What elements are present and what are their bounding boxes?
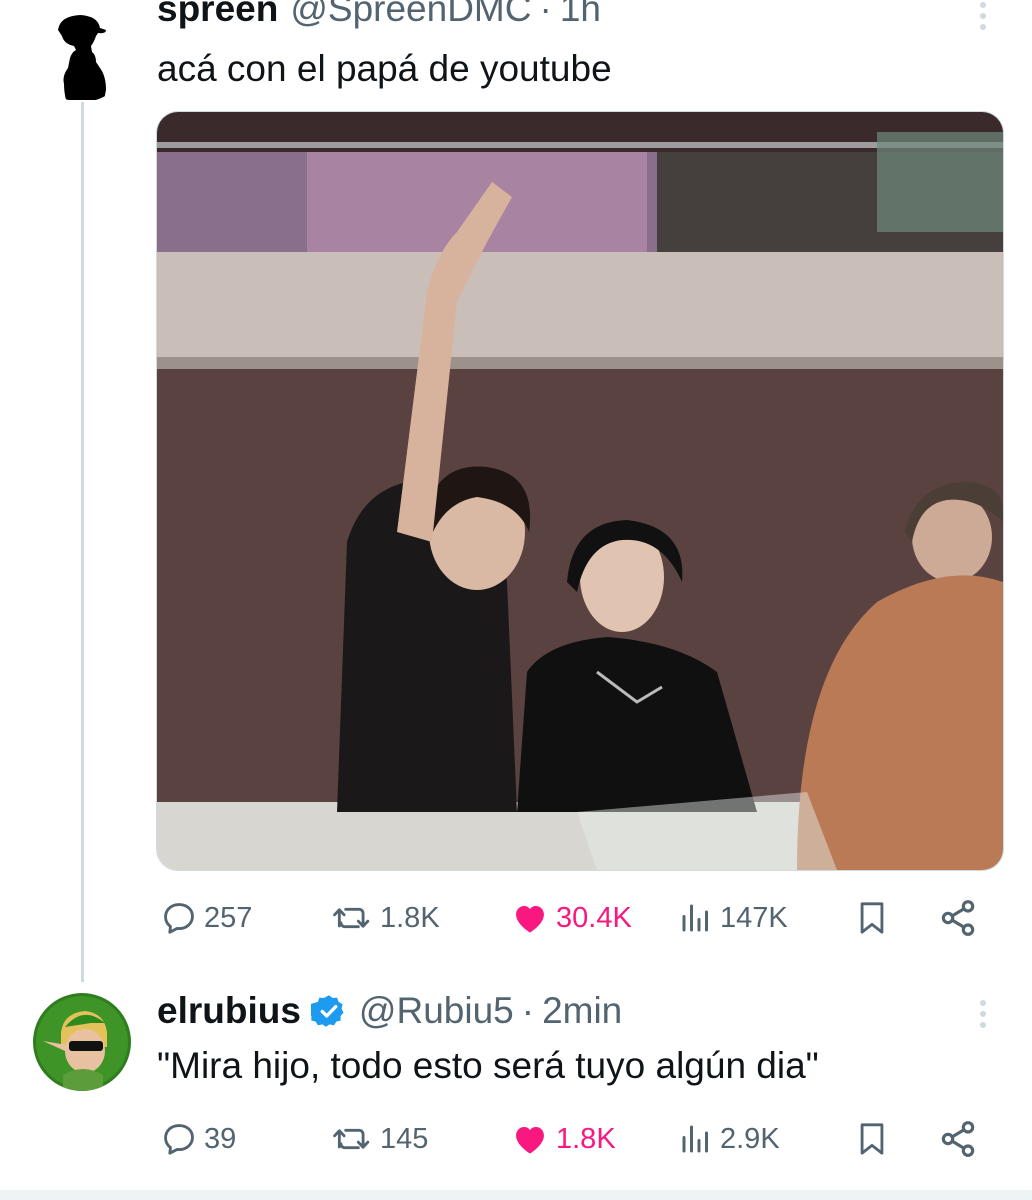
photo-image [157, 112, 1003, 870]
verified-badge-icon [310, 995, 344, 1027]
separator-dot: · [539, 0, 552, 29]
timestamp[interactable]: 1h [560, 0, 601, 30]
like-count: 1.8K [556, 1122, 616, 1155]
bookmark-icon [860, 902, 884, 934]
retweet-button[interactable]: 145 [330, 1117, 428, 1161]
retweet-count: 1.8K [380, 901, 440, 934]
reply-count: 257 [204, 901, 253, 934]
share-button[interactable] [938, 896, 978, 940]
like-count: 30.4K [556, 901, 632, 934]
share-icon [941, 900, 975, 936]
reply-icon [164, 903, 194, 934]
username-handle[interactable]: @SpreenDMC [290, 0, 531, 30]
like-button[interactable]: 30.4K [510, 896, 632, 940]
reply-button[interactable]: 257 [160, 896, 252, 940]
bookmark-button[interactable] [855, 896, 889, 940]
reply-button[interactable]: 39 [160, 1117, 236, 1161]
views-button[interactable]: 147K [678, 896, 788, 940]
bar-chart-icon [682, 904, 708, 932]
share-icon [941, 1121, 975, 1157]
reply-count: 39 [204, 1122, 237, 1155]
username-handle[interactable]: @Rubiu5 [359, 990, 514, 1032]
tweet-photo[interactable] [156, 111, 1004, 871]
more-options-icon[interactable] [980, 2, 988, 30]
bookmark-icon [860, 1123, 884, 1155]
separator-dot: · [521, 990, 535, 1031]
tweet-header: spreen @SpreenDMC · 1h [157, 0, 601, 30]
views-button[interactable]: 2.9K [678, 1117, 780, 1161]
tweet-text: acá con el papá de youtube [157, 48, 612, 89]
bottom-divider [0, 1190, 1032, 1200]
silhouette-avatar-icon [34, 6, 130, 102]
timestamp[interactable]: 2min [542, 990, 622, 1032]
tweet-header: elrubius @Rubiu5 · 2min [157, 990, 622, 1032]
display-name[interactable]: elrubius [157, 990, 301, 1032]
bar-chart-icon [682, 1125, 708, 1153]
reply-icon [164, 1124, 194, 1155]
tweet-actions: 39 145 1.8K 2.9K [160, 1117, 980, 1161]
view-count: 2.9K [720, 1122, 780, 1155]
avatar[interactable] [33, 993, 131, 1091]
share-button[interactable] [938, 1117, 978, 1161]
thread-connector-line [81, 102, 84, 982]
retweet-icon [333, 907, 370, 929]
more-options-icon[interactable] [980, 1000, 988, 1028]
heart-filled-icon [516, 1126, 544, 1154]
tweet-text: "Mira hijo, todo esto será tuyo algún di… [157, 1045, 819, 1086]
link-character-avatar-icon [33, 993, 131, 1091]
retweet-count: 145 [380, 1122, 429, 1155]
bookmark-button[interactable] [855, 1117, 889, 1161]
tweet-actions: 257 1.8K 30.4K 147K [160, 896, 980, 940]
avatar[interactable] [34, 6, 130, 102]
retweet-button[interactable]: 1.8K [330, 896, 440, 940]
retweet-icon [333, 1128, 370, 1150]
heart-filled-icon [516, 905, 544, 933]
display-name[interactable]: spreen [157, 0, 278, 30]
view-count: 147K [720, 901, 788, 934]
like-button[interactable]: 1.8K [510, 1117, 616, 1161]
